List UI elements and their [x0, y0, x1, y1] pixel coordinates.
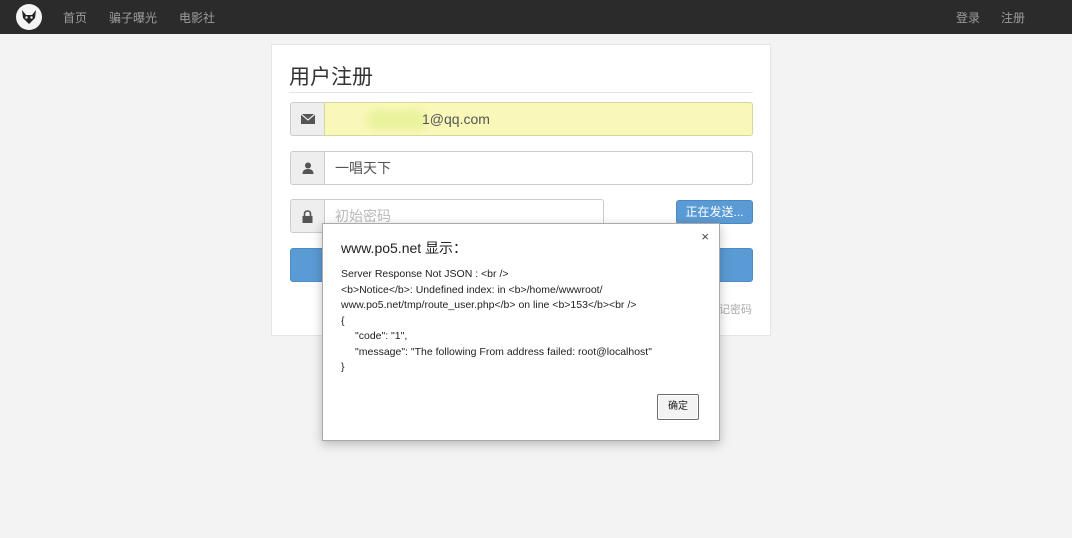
- message-line: <b>Notice</b>: Undefined index: in <b>/h…: [341, 283, 603, 296]
- email-field[interactable]: 1@qq.com: [324, 102, 753, 136]
- page-title: 用户注册: [289, 66, 373, 89]
- login-link[interactable]: 登录: [956, 9, 980, 26]
- top-navbar: 首页 骗子曝光 电影社 登录 注册: [0, 0, 1072, 34]
- logo-icon[interactable]: [16, 4, 42, 30]
- username-group: 一唱天下: [290, 151, 753, 185]
- message-line: "code": "1",: [355, 330, 408, 342]
- message-line: {: [341, 314, 345, 327]
- nav-link-movie-club[interactable]: 电影社: [179, 9, 215, 26]
- envelope-icon: [290, 102, 324, 136]
- user-icon: [290, 151, 324, 185]
- message-line: Server Response Not JSON : <br />: [341, 268, 509, 280]
- send-code-button[interactable]: 正在发送...: [676, 200, 753, 224]
- ok-button[interactable]: 确定: [657, 394, 699, 420]
- redacted-blur: [367, 110, 427, 130]
- dialog-title: www.po5.net 显示：: [341, 240, 468, 256]
- close-icon[interactable]: ×: [701, 230, 709, 244]
- lock-icon: [290, 199, 324, 233]
- message-line: }: [341, 361, 345, 373]
- nav-link-scam-exposure[interactable]: 骗子曝光: [109, 9, 157, 26]
- nav-link-home[interactable]: 首页: [63, 9, 87, 26]
- forgot-password-link[interactable]: 记密码: [719, 301, 752, 317]
- register-link[interactable]: 注册: [1001, 9, 1025, 26]
- email-value: 1@qq.com: [422, 111, 490, 127]
- message-line: "message": "The following From address f…: [355, 345, 652, 358]
- email-group: 1@qq.com: [290, 102, 753, 136]
- message-line: www.po5.net/tmp/route_user.php</b> on li…: [341, 299, 637, 311]
- username-field[interactable]: 一唱天下: [324, 151, 753, 185]
- title-divider: [289, 92, 753, 93]
- dialog-message: Server Response Not JSON : <br /> <b>Not…: [341, 267, 711, 376]
